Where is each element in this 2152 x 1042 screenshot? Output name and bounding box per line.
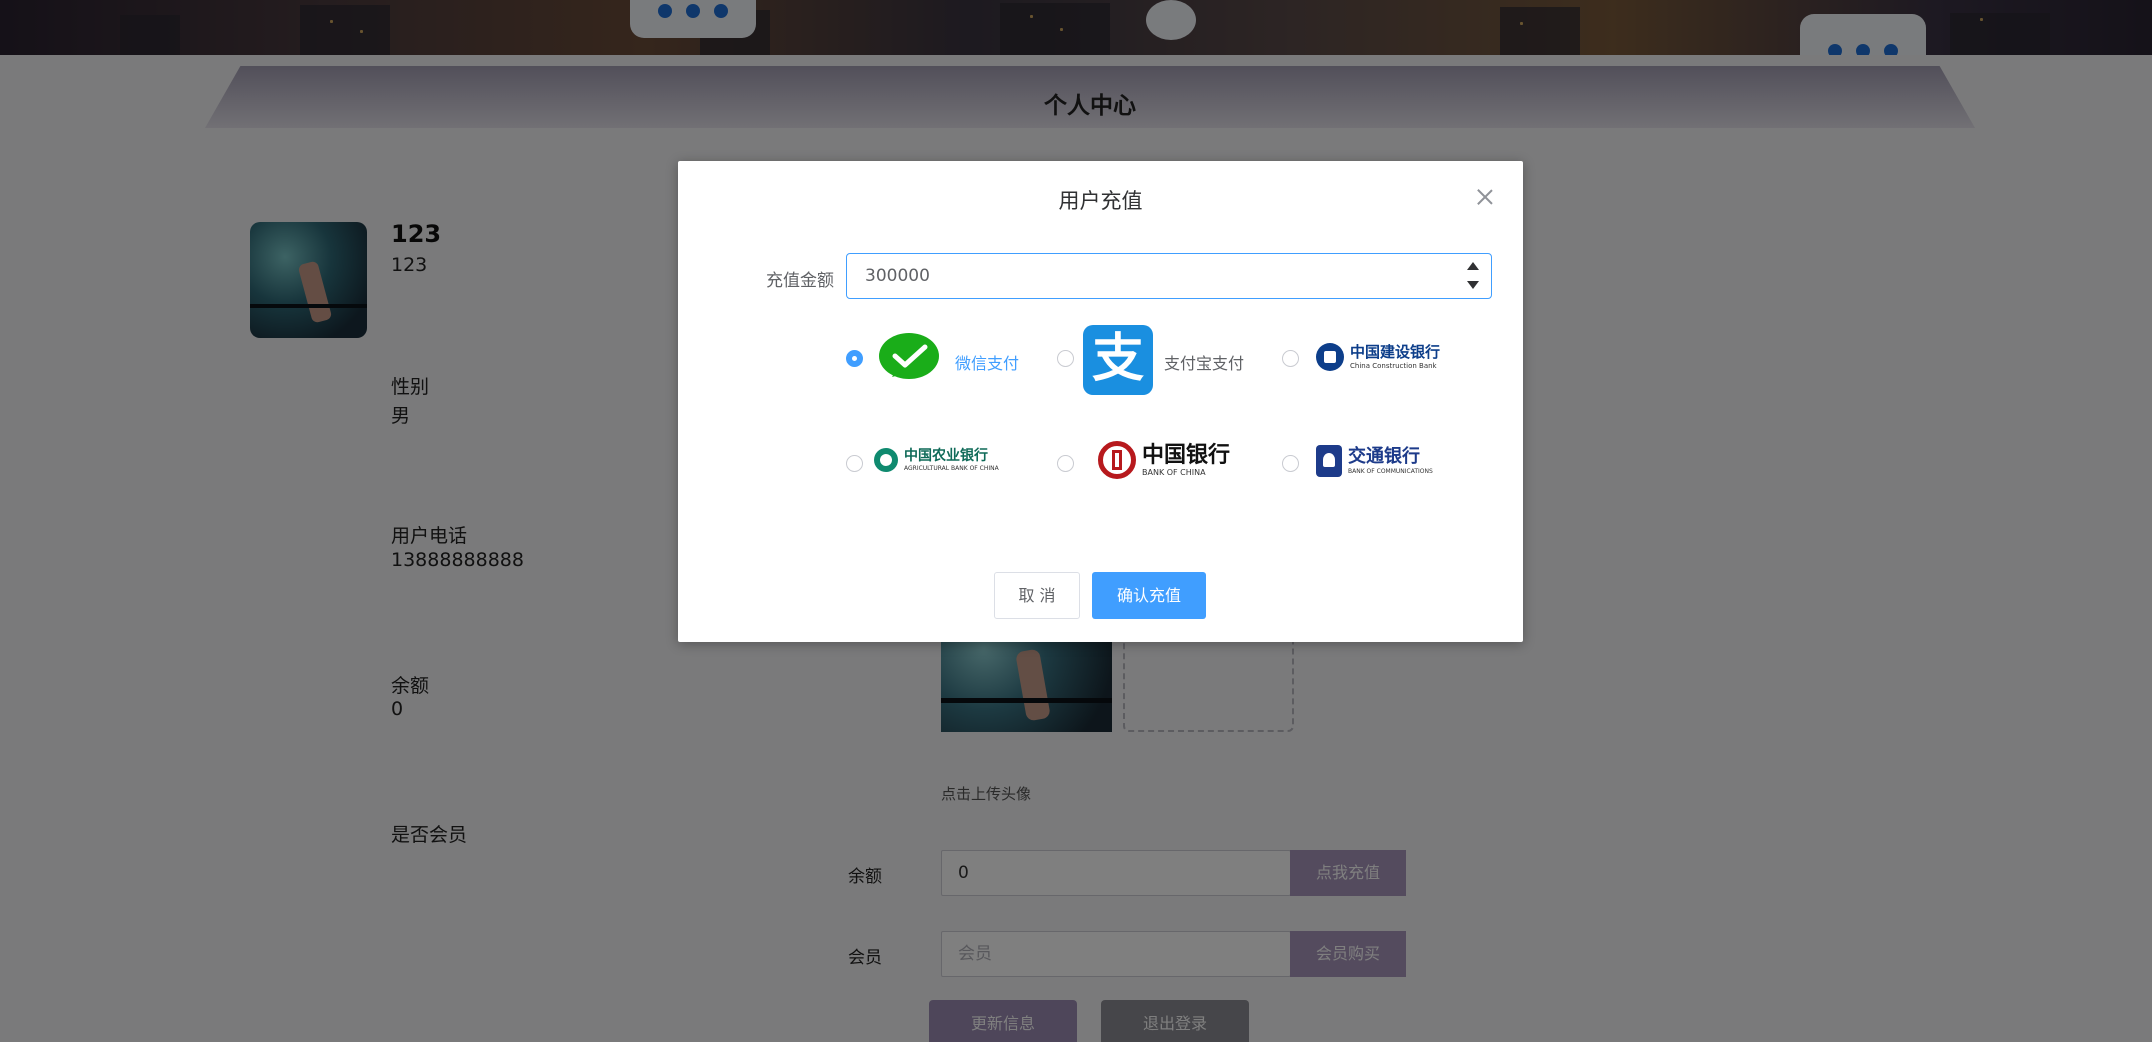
amount-value: 300000 (865, 266, 930, 286)
ccb-emblem-icon (1316, 343, 1344, 371)
confirm-recharge-button[interactable]: 确认充值 (1092, 572, 1206, 619)
bocom-emblem-icon (1316, 445, 1342, 477)
boc-sub: BANK OF CHINA (1142, 467, 1206, 477)
radio-boc[interactable] (1057, 455, 1074, 472)
amount-stepper[interactable] (1455, 254, 1491, 297)
recharge-dialog: 用户充值 充值金额 300000 微信支付 支 支付宝支付 中国建设银行 Chi… (678, 161, 1523, 642)
ccb-logo: 中国建设银行 China Construction Bank (1316, 343, 1440, 371)
boc-name: 中国银行 (1142, 441, 1231, 468)
boc-logo: 中国银行 BANK OF CHINA (1098, 441, 1230, 479)
radio-wechat-pay[interactable] (846, 350, 863, 367)
cancel-button[interactable]: 取 消 (994, 572, 1080, 619)
dialog-title: 用户充值 (1058, 189, 1143, 213)
abc-sub: AGRICULTURAL BANK OF CHINA (904, 464, 999, 472)
bocom-logo: 交通银行 BANK OF COMMUNICATIONS (1316, 445, 1433, 477)
amount-label: 充值金额 (766, 271, 834, 291)
stepper-up-icon[interactable] (1467, 262, 1479, 270)
radio-ccb[interactable] (1282, 350, 1299, 367)
alipay-label[interactable]: 支付宝支付 (1164, 350, 1244, 374)
abc-name: 中国农业银行 (904, 447, 988, 464)
radio-abc[interactable] (846, 455, 863, 472)
abc-logo: 中国农业银行 AGRICULTURAL BANK OF CHINA (874, 448, 999, 472)
ccb-name: 中国建设银行 (1350, 342, 1441, 361)
radio-alipay[interactable] (1057, 350, 1074, 367)
abc-emblem-icon (874, 448, 898, 472)
amount-input[interactable]: 300000 (846, 253, 1492, 299)
radio-bocom[interactable] (1282, 455, 1299, 472)
stepper-down-icon[interactable] (1467, 281, 1479, 289)
bocom-name: 交通银行 (1348, 445, 1420, 467)
close-icon[interactable] (1473, 185, 1497, 209)
wechat-pay-label[interactable]: 微信支付 (955, 350, 1019, 374)
wechat-pay-logo-icon (879, 333, 939, 379)
ccb-sub: China Construction Bank (1350, 361, 1437, 370)
alipay-logo-icon: 支 (1083, 325, 1153, 395)
bocom-sub: BANK OF COMMUNICATIONS (1348, 467, 1433, 475)
boc-emblem-icon (1098, 441, 1136, 479)
